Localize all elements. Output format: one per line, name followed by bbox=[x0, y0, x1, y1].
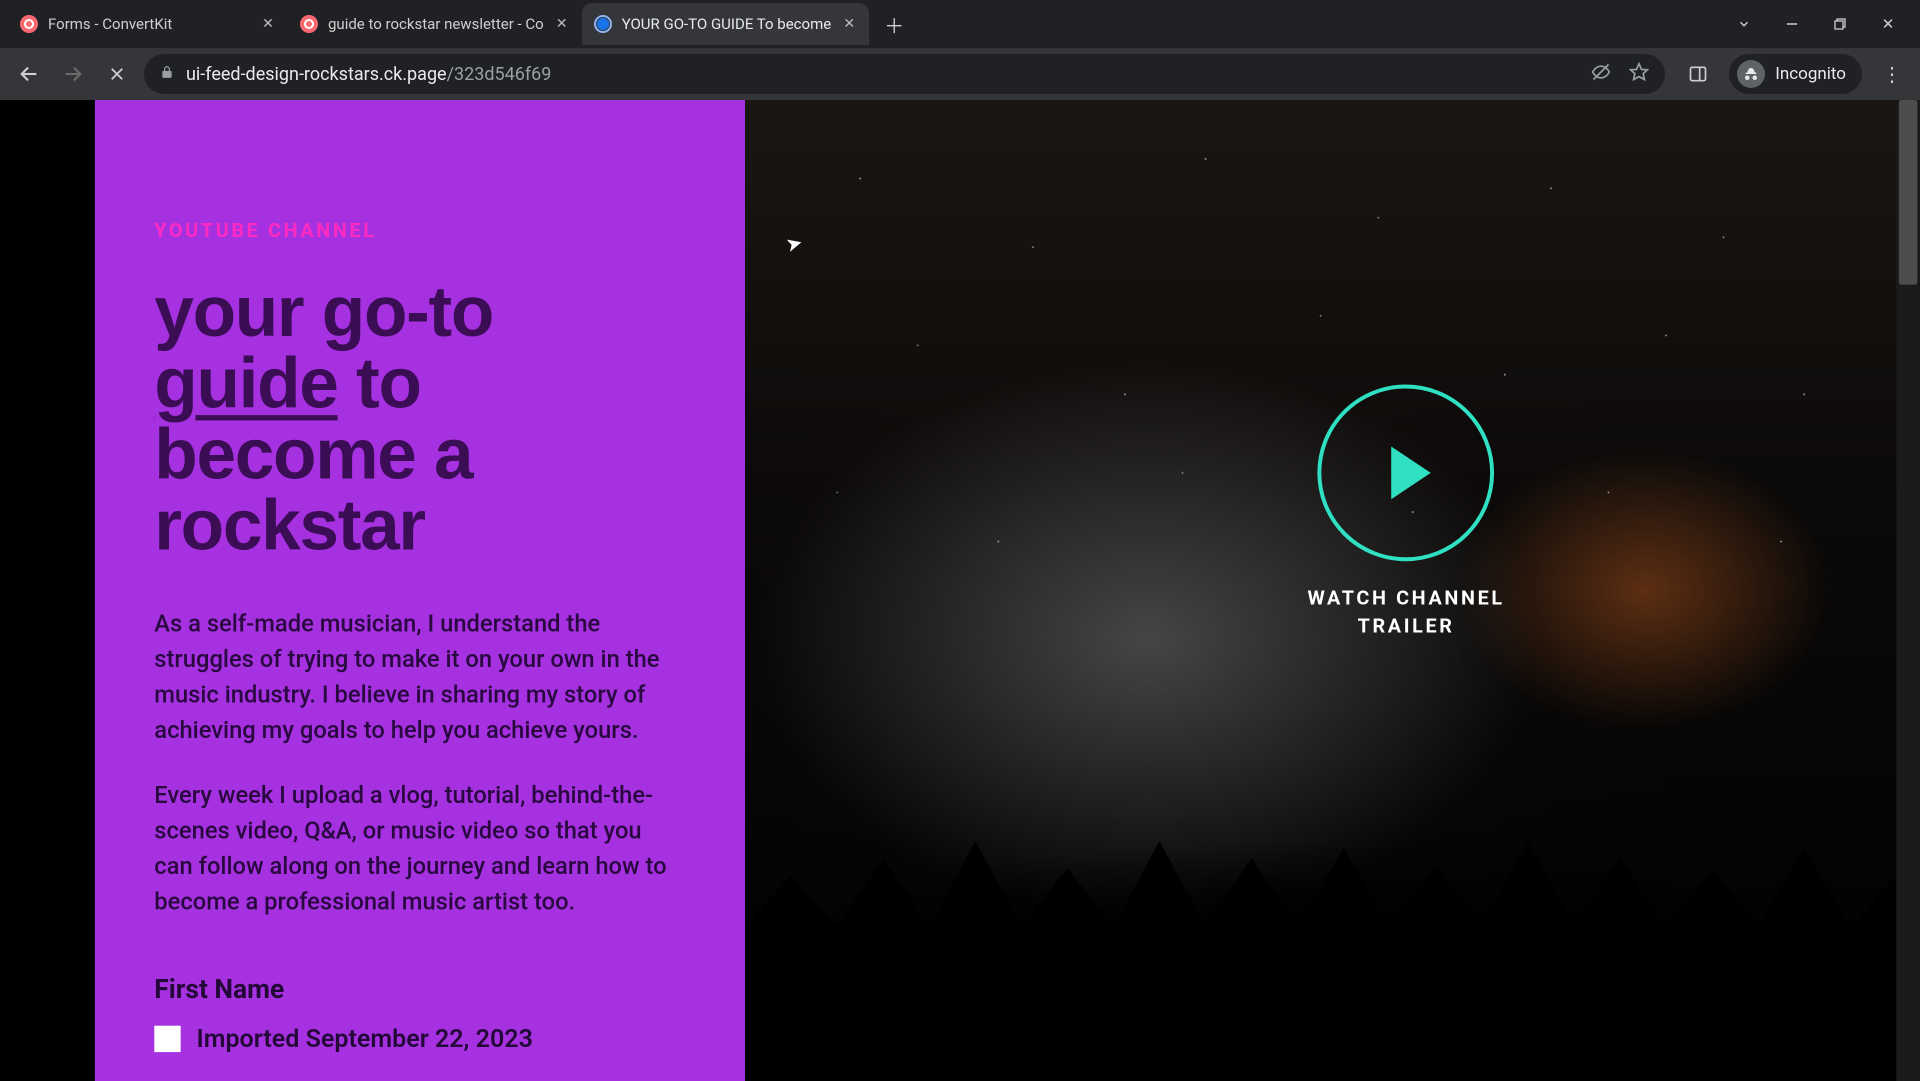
browser-chrome: Forms - ConvertKit ✕ guide to rockstar n… bbox=[0, 0, 1920, 100]
play-button[interactable] bbox=[1318, 385, 1495, 562]
watch-trailer-group: WATCH CHANNELTRAILER bbox=[1307, 385, 1504, 639]
intro-paragraph-2: Every week I upload a vlog, tutorial, be… bbox=[154, 778, 685, 920]
favicon-icon bbox=[300, 15, 318, 33]
watch-trailer-caption: WATCH CHANNELTRAILER bbox=[1307, 586, 1504, 639]
tab-your-go-to-guide[interactable]: YOUR GO-TO GUIDE To become ✕ bbox=[582, 3, 870, 45]
incognito-label: Incognito bbox=[1775, 64, 1846, 84]
forward-button[interactable] bbox=[56, 57, 90, 91]
favicon-icon bbox=[20, 15, 38, 33]
first-name-label: First Name bbox=[154, 973, 685, 1005]
tab-title: guide to rockstar newsletter - Co bbox=[328, 15, 544, 33]
close-icon[interactable]: ✕ bbox=[260, 16, 276, 32]
kebab-menu-icon[interactable]: ⋮ bbox=[1876, 62, 1908, 86]
url-text: ui-feed-design-rockstars.ck.page/323d546… bbox=[186, 64, 1579, 85]
chevron-down-icon[interactable] bbox=[1734, 14, 1754, 34]
tab-guide-rockstar-newsletter[interactable]: guide to rockstar newsletter - Co ✕ bbox=[288, 3, 582, 45]
lock-icon bbox=[160, 65, 174, 83]
back-button[interactable] bbox=[12, 57, 46, 91]
minimize-icon[interactable] bbox=[1782, 14, 1802, 34]
address-bar[interactable]: ui-feed-design-rockstars.ck.page/323d546… bbox=[144, 54, 1665, 94]
scrollbar-thumb[interactable] bbox=[1899, 100, 1917, 285]
close-icon[interactable]: ✕ bbox=[841, 16, 857, 32]
favicon-icon bbox=[594, 15, 612, 33]
tracking-protection-icon[interactable] bbox=[1591, 62, 1611, 87]
imported-checkbox-row[interactable]: Imported September 22, 2023 bbox=[154, 1023, 685, 1053]
intro-paragraph-1: As a self-made musician, I understand th… bbox=[154, 606, 685, 748]
window-controls: ✕ bbox=[1734, 14, 1920, 34]
tab-title: Forms - ConvertKit bbox=[48, 15, 250, 33]
checkbox-label: Imported September 22, 2023 bbox=[196, 1023, 532, 1053]
play-icon bbox=[1392, 447, 1432, 500]
left-gutter bbox=[0, 100, 95, 1081]
checkbox-icon[interactable] bbox=[154, 1025, 180, 1051]
tab-strip: Forms - ConvertKit ✕ guide to rockstar n… bbox=[0, 0, 1920, 48]
scrollbar-track[interactable] bbox=[1896, 100, 1920, 1081]
crowd-silhouette bbox=[745, 738, 1896, 1081]
tab-forms-convertkit[interactable]: Forms - ConvertKit ✕ bbox=[8, 3, 288, 45]
incognito-icon bbox=[1737, 60, 1765, 88]
maximize-icon[interactable] bbox=[1830, 14, 1850, 34]
incognito-indicator[interactable]: Incognito bbox=[1729, 54, 1862, 94]
landing-page: YOUTUBE CHANNEL your go-to guide to beco… bbox=[0, 100, 1920, 1081]
bookmark-star-icon[interactable] bbox=[1629, 62, 1649, 87]
hero-left-panel: YOUTUBE CHANNEL your go-to guide to beco… bbox=[95, 100, 745, 1081]
browser-toolbar: ui-feed-design-rockstars.ck.page/323d546… bbox=[0, 48, 1920, 100]
hero-right-panel: WATCH CHANNELTRAILER bbox=[745, 100, 1896, 1081]
close-icon[interactable]: ✕ bbox=[554, 16, 570, 32]
page-headline: your go-to guide to become a rockstar bbox=[154, 277, 685, 562]
tab-title: YOUR GO-TO GUIDE To become bbox=[622, 15, 832, 33]
stop-reload-button[interactable] bbox=[100, 57, 134, 91]
new-tab-button[interactable]: ＋ bbox=[879, 9, 909, 39]
page-viewport: YOUTUBE CHANNEL your go-to guide to beco… bbox=[0, 100, 1920, 1081]
side-panel-icon[interactable] bbox=[1681, 57, 1715, 91]
close-window-icon[interactable]: ✕ bbox=[1878, 14, 1898, 34]
eyebrow-label: YOUTUBE CHANNEL bbox=[154, 219, 685, 243]
